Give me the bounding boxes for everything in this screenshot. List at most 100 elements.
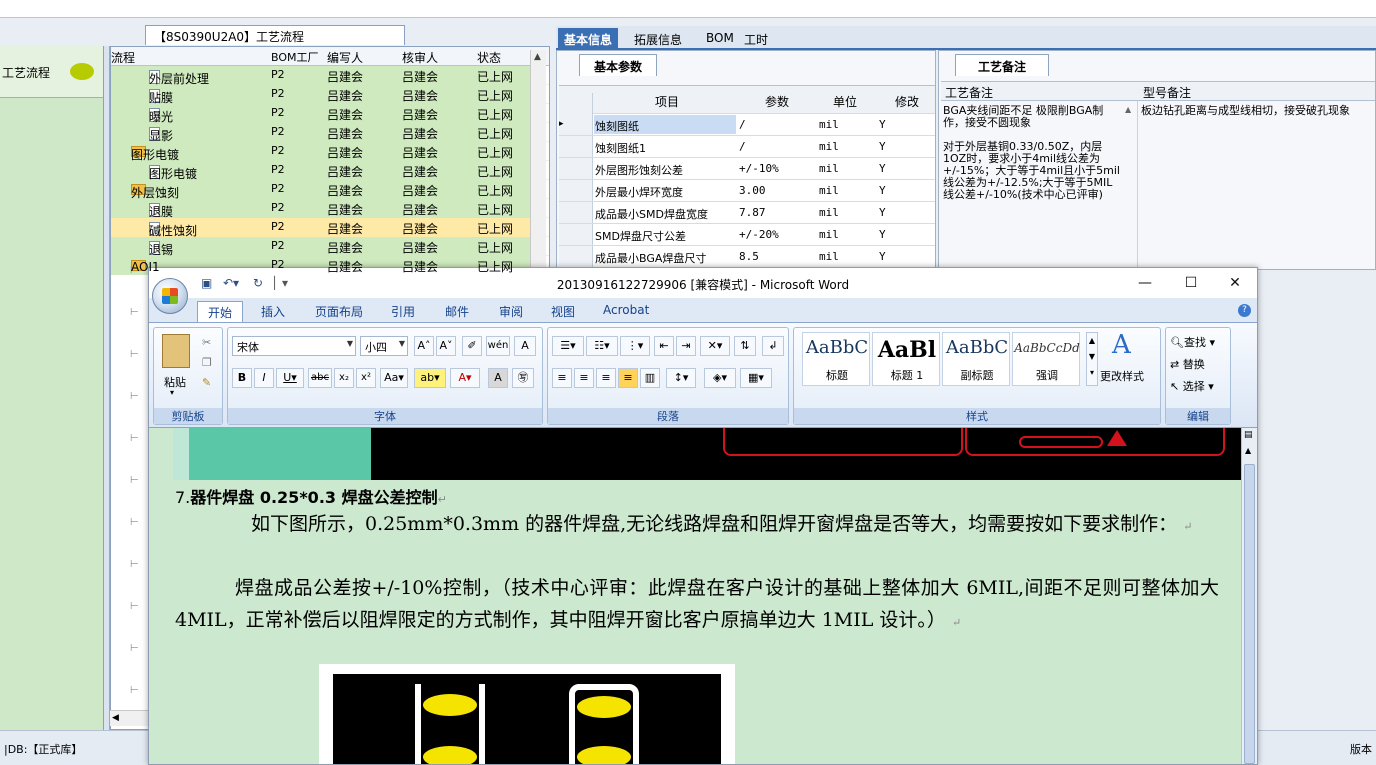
scroll-thumb[interactable]	[1244, 464, 1255, 764]
superscript-icon[interactable]: x²	[356, 368, 376, 388]
font-name-combo[interactable]: 宋体 ▼	[232, 336, 356, 356]
replace-button[interactable]: ⇄ 替换	[1170, 356, 1205, 372]
tab-top-0[interactable]: 基本信息	[558, 28, 619, 50]
font-size-combo[interactable]: 小四 ▼	[360, 336, 408, 356]
font-color-icon[interactable]: A▾	[450, 368, 480, 388]
document-vertical-scrollbar[interactable]: ▤ ▲	[1241, 428, 1257, 764]
subscript-icon[interactable]: x₂	[334, 368, 354, 388]
tab-top-1[interactable]: 拓展信息	[628, 28, 688, 50]
decrease-indent-icon[interactable]: ⇤	[654, 336, 674, 356]
style-emphasis[interactable]: AaBbCcDd 强调	[1012, 332, 1080, 386]
param-row[interactable]: 蚀刻图纸1 / mil Y	[559, 136, 935, 158]
change-styles-button[interactable]: 更改样式	[1100, 368, 1144, 384]
scroll-up-icon[interactable]: ▲	[1245, 446, 1251, 455]
collapse-toggle-icon[interactable]: ⊢	[130, 391, 140, 402]
change-case-icon[interactable]: Aa▾	[380, 368, 408, 388]
align-right-icon[interactable]: ≡	[596, 368, 616, 388]
highlight-icon[interactable]: ab▾	[414, 368, 446, 388]
shrink-font-icon[interactable]: A˅	[436, 336, 456, 356]
copy-icon[interactable]: ❐	[202, 356, 212, 369]
select-button[interactable]: ↖ 选择 ▾	[1170, 378, 1214, 394]
underline-icon[interactable]: U▾	[276, 368, 304, 388]
ribbon-tab-6[interactable]: 视图	[541, 301, 585, 322]
tree-col-header[interactable]: BOM工厂	[271, 49, 326, 65]
numbering-icon[interactable]: ☷▾	[586, 336, 618, 356]
param-value[interactable]: 3.00	[739, 184, 766, 197]
bullets-icon[interactable]: ☰▾	[552, 336, 584, 356]
tree-row[interactable]: ┈曝光P2吕建会吕建会已上网	[111, 104, 549, 124]
param-row[interactable]: 成品最小BGA焊盘尺寸 8.5 mil Y	[559, 246, 935, 268]
section-heading[interactable]: 7.器件焊盘 0.25*0.3 焊盘公差控制↵	[175, 484, 447, 508]
tree-col-header[interactable]: 核审人	[402, 49, 472, 66]
customize-qat-icon[interactable]: │ ▾	[271, 276, 288, 290]
row-indicator[interactable]	[559, 180, 593, 201]
tree-col-header[interactable]: 流程	[111, 49, 135, 66]
collapse-toggle-icon[interactable]: ⊢	[130, 601, 140, 612]
strikethrough-icon[interactable]: abc	[308, 368, 332, 388]
tab-basic-params[interactable]: 基本参数	[579, 54, 658, 76]
param-row[interactable]: SMD焊盘尺寸公差 +/-20% mil Y	[559, 224, 935, 246]
align-left-icon[interactable]: ≡	[552, 368, 572, 388]
param-col-header[interactable]: 参数	[765, 93, 789, 110]
collapse-toggle-icon[interactable]: ⊢	[130, 433, 140, 444]
scroll-left-icon[interactable]: ◀	[112, 713, 119, 723]
param-value[interactable]: /	[739, 118, 746, 131]
shading-icon[interactable]: ◈▾	[704, 368, 736, 388]
distributed-icon[interactable]: ▥	[640, 368, 660, 388]
chinese-layout-icon[interactable]: ✕▾	[700, 336, 730, 356]
ribbon-tab-3[interactable]: 引用	[381, 301, 425, 322]
paste-icon[interactable]	[162, 334, 190, 368]
param-col-header[interactable]: 项目	[655, 93, 679, 110]
redo-icon[interactable]: ↻	[253, 276, 263, 290]
tree-row[interactable]: ┈显影P2吕建会吕建会已上网	[111, 123, 549, 143]
sort-icon[interactable]: ⇅	[734, 336, 756, 356]
tab-top-3[interactable]: 工时	[738, 28, 774, 50]
param-col-header[interactable]: 单位	[833, 93, 857, 110]
row-indicator[interactable]	[559, 158, 593, 179]
param-row[interactable]: ▸ 蚀刻图纸 / mil Y	[559, 114, 935, 136]
ribbon-tab-5[interactable]: 审阅	[489, 301, 533, 322]
param-value[interactable]: /	[739, 140, 746, 153]
tree-row[interactable]: ⊟外层蚀刻P2吕建会吕建会已上网	[111, 180, 549, 200]
multilevel-list-icon[interactable]: ⋮▾	[620, 336, 650, 356]
char-border-icon[interactable]: A	[514, 336, 536, 356]
line-spacing-icon[interactable]: ↕▾	[666, 368, 696, 388]
tree-row[interactable]: ┈退锡P2吕建会吕建会已上网	[111, 237, 549, 257]
collapse-toggle-icon[interactable]: ⊢	[130, 685, 140, 696]
office-button[interactable]	[152, 278, 188, 314]
word-title-bar[interactable]: 20130916122729906 [兼容模式] - Microsoft Wor…	[149, 268, 1257, 298]
show-marks-icon[interactable]: ↲	[762, 336, 784, 356]
enclose-char-icon[interactable]: ㊢	[512, 368, 534, 388]
tree-row[interactable]: ┈贴膜P2吕建会吕建会已上网	[111, 85, 549, 105]
char-shading-icon[interactable]: A	[488, 368, 508, 388]
change-styles-icon[interactable]: A	[1112, 330, 1131, 360]
bold-icon[interactable]: B	[232, 368, 252, 388]
tree-col-header[interactable]: 编写人	[327, 49, 402, 66]
paste-dropdown-icon[interactable]: ▾	[170, 388, 174, 397]
find-button[interactable]: 🔍︎查找 ▾	[1170, 334, 1215, 350]
styles-scroll-icon[interactable]: ▲ ▼ ▾	[1086, 332, 1098, 386]
collapse-toggle-icon[interactable]: ⊢	[130, 475, 140, 486]
help-icon[interactable]: ?	[1238, 304, 1251, 317]
ribbon-tab-2[interactable]: 页面布局	[305, 301, 373, 322]
style-title[interactable]: AaBbC 标题	[802, 332, 870, 386]
param-value[interactable]: 7.87	[739, 206, 766, 219]
grow-font-icon[interactable]: A˄	[414, 336, 434, 356]
borders-icon[interactable]: ▦▾	[740, 368, 772, 388]
tree-row[interactable]: ┈退膜P2吕建会吕建会已上网	[111, 199, 549, 219]
remark-scroll-up-icon[interactable]: ▲	[1125, 105, 1131, 114]
row-indicator[interactable]	[559, 224, 593, 245]
phonetic-guide-icon[interactable]: wén	[486, 336, 510, 356]
tree-row[interactable]: ┈外层前处理P2吕建会吕建会已上网	[111, 66, 549, 86]
param-value[interactable]: +/-10%	[739, 162, 779, 175]
minimize-icon[interactable]: —	[1125, 273, 1165, 293]
document-area[interactable]: 7.器件焊盘 0.25*0.3 焊盘公差控制↵ 如下图所示，0.25mm*0.3…	[149, 428, 1241, 764]
row-indicator[interactable]	[559, 202, 593, 223]
format-painter-icon[interactable]: ✎	[202, 376, 211, 389]
save-icon[interactable]: ▣	[201, 276, 212, 290]
tree-col-header[interactable]: 状态	[477, 49, 537, 66]
tree-row[interactable]: ┈碱性蚀刻P2吕建会吕建会已上网	[111, 218, 549, 238]
param-col-header[interactable]: 修改	[895, 93, 919, 110]
style-heading-1[interactable]: AaBl 标题 1	[872, 332, 940, 386]
model-remark-text[interactable]: 板边钻孔距离与成型线相切，接受破孔现象	[1141, 105, 1375, 117]
